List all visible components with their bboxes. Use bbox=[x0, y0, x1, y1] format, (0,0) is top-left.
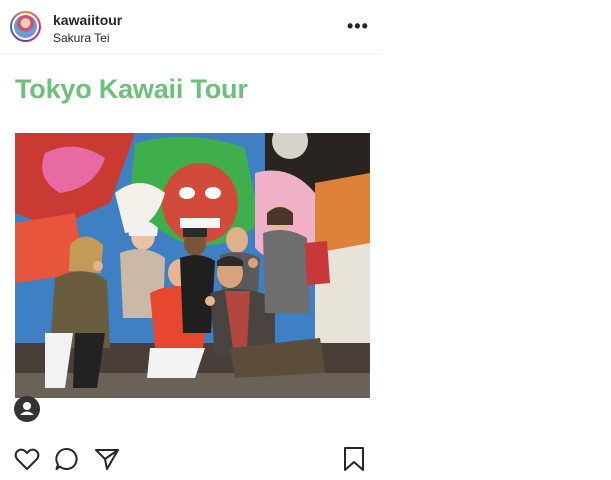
post-header: kawaiitour Sakura Tei ••• bbox=[0, 0, 380, 54]
heart-icon[interactable] bbox=[13, 445, 41, 473]
tagged-user-icon[interactable] bbox=[14, 396, 40, 422]
more-options-icon[interactable]: ••• bbox=[347, 17, 369, 35]
bookmark-icon[interactable] bbox=[340, 445, 368, 473]
avatar-photo bbox=[14, 15, 37, 38]
instagram-post: kawaiitour Sakura Tei ••• Tokyo Kawaii T… bbox=[0, 0, 380, 480]
group-photo-illustration bbox=[15, 133, 370, 398]
post-photo[interactable] bbox=[15, 133, 370, 398]
post-banner-title: Tokyo Kawaii Tour bbox=[15, 74, 248, 104]
profile-avatar[interactable] bbox=[10, 11, 41, 42]
comment-icon[interactable] bbox=[53, 445, 81, 473]
post-actions-bar bbox=[0, 440, 380, 480]
paper-plane-icon[interactable] bbox=[93, 445, 121, 473]
username-link[interactable]: kawaiitour bbox=[53, 12, 122, 28]
location-link[interactable]: Sakura Tei bbox=[53, 31, 109, 45]
